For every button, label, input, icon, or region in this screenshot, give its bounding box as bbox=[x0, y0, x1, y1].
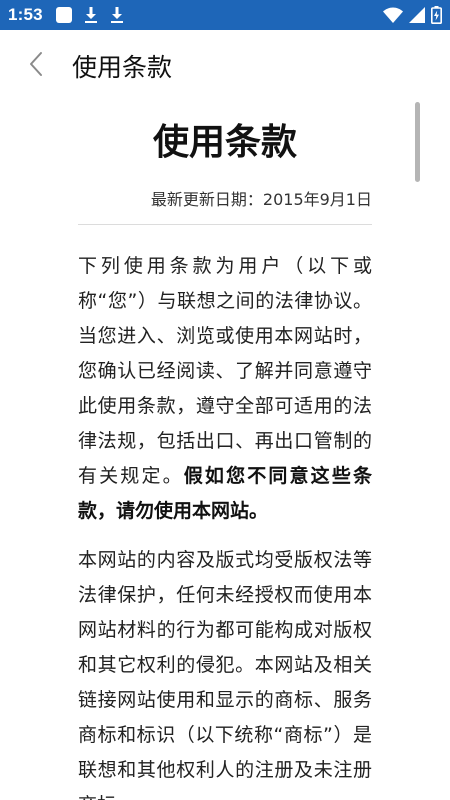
battery-charging-icon bbox=[431, 6, 442, 24]
download-icon bbox=[109, 6, 125, 24]
status-time: 1:53 bbox=[8, 5, 43, 24]
status-right bbox=[383, 6, 442, 24]
paragraph-agreement: 下列使用条款为用户（以下或称“您”）与联想之间的法律协议。当您进入、浏览或使用本… bbox=[78, 249, 372, 529]
terms-content[interactable]: 使用条款 最新更新日期：2015年9月1日 下列使用条款为用户（以下或称“您”）… bbox=[0, 102, 450, 800]
status-left: 1:53 bbox=[8, 5, 135, 25]
page-title: 使用条款 bbox=[72, 53, 173, 82]
wifi-icon bbox=[383, 7, 403, 23]
paragraph-agreement-text: 下列使用条款为用户（以下或称“您”）与联想之间的法律协议。当您进入、浏览或使用本… bbox=[78, 255, 372, 487]
scrollbar-thumb[interactable] bbox=[415, 102, 420, 182]
app-bar: 使用条款 bbox=[0, 30, 450, 102]
status-bar: 1:53 bbox=[0, 0, 450, 30]
update-date: 最新更新日期：2015年9月1日 bbox=[150, 190, 372, 209]
signal-icon bbox=[409, 7, 425, 23]
article-heading: 使用条款 bbox=[152, 122, 297, 163]
square-notification-icon bbox=[55, 6, 73, 24]
download-icon bbox=[83, 6, 99, 24]
divider bbox=[78, 224, 372, 225]
paragraph-copyright: 本网站的内容及版式均受版权法等法律保护，任何未经授权而使用本网站材料的行为都可能… bbox=[78, 549, 372, 800]
back-button[interactable] bbox=[16, 46, 56, 86]
chevron-left-icon bbox=[28, 51, 44, 81]
article: 使用条款 最新更新日期：2015年9月1日 下列使用条款为用户（以下或称“您”）… bbox=[78, 102, 372, 800]
